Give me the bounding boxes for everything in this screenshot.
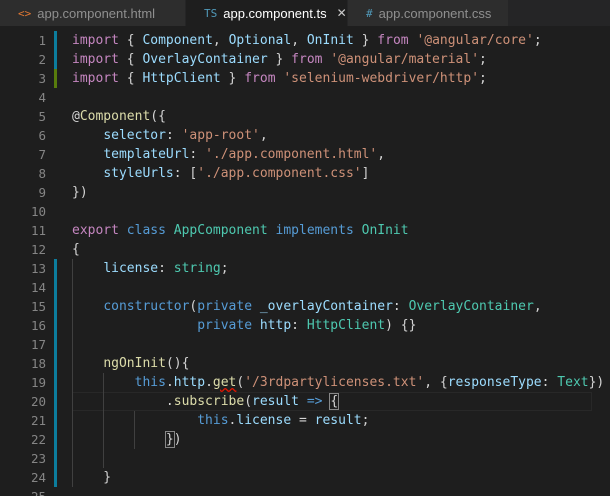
code-line[interactable]: 17 (0, 335, 610, 354)
code-text: styleUrls: ['./app.component.css'] (103, 166, 370, 181)
code-line[interactable]: 7 templateUrl: './app.component.html', (0, 145, 610, 164)
tab-label: app.component.html (37, 5, 156, 21)
git-modified-indicator (54, 468, 57, 487)
git-modified-indicator (54, 316, 57, 335)
code-line[interactable]: 15 constructor(private _overlayContainer… (0, 297, 610, 316)
typescript-file-icon: TS (204, 6, 218, 20)
code-text: export class AppComponent implements OnI… (72, 223, 409, 238)
code-line[interactable]: 22 }) (0, 430, 610, 449)
tab-app-component-ts[interactable]: TS app.component.ts ✕ (186, 0, 348, 26)
git-modified-indicator (54, 430, 57, 449)
code-text: ngOnInit(){ (103, 356, 190, 371)
line-number: 12 (30, 242, 46, 257)
code-line[interactable]: 18 ngOnInit(){ (0, 354, 610, 373)
code-line[interactable]: 13 license: string; (0, 259, 610, 278)
line-number: 18 (30, 356, 46, 371)
git-modified-indicator (54, 335, 57, 354)
line-number: 4 (38, 90, 46, 105)
line-number: 11 (30, 223, 46, 238)
code-line[interactable]: 1 import { Component, Optional, OnInit } … (0, 31, 610, 50)
code-line[interactable]: 14 (0, 278, 610, 297)
line-number: 22 (30, 432, 46, 447)
code-line[interactable]: 2 import { OverlayContainer } from '@angu… (0, 50, 610, 69)
line-number: 2 (38, 52, 46, 67)
code-line[interactable]: 6 selector: 'app-root', (0, 126, 610, 145)
tab-label: app.component.css (378, 5, 492, 21)
line-number: 1 (38, 33, 46, 48)
code-text: @Component({ (72, 109, 166, 124)
git-modified-indicator (54, 297, 57, 316)
code-text: .subscribe(result => { (72, 393, 340, 410)
code-text: license: string; (103, 261, 229, 276)
line-number: 5 (38, 109, 46, 124)
code-line[interactable]: 4 (0, 88, 610, 107)
css-file-icon: # (366, 6, 373, 20)
code-text: templateUrl: './app.component.html', (103, 147, 386, 162)
html-file-icon: <> (18, 6, 32, 20)
code-line[interactable]: 21 this.license = result; (0, 411, 610, 430)
code-text: import { Component, Optional, OnInit } f… (72, 33, 542, 48)
code-editor[interactable]: 1 import { Component, Optional, OnInit } … (0, 28, 610, 496)
git-modified-indicator (54, 392, 57, 411)
line-number: 6 (38, 128, 46, 143)
code-line[interactable]: 16 private http: HttpClient) {} (0, 316, 610, 335)
line-number: 7 (38, 147, 46, 162)
line-number: 21 (30, 413, 46, 428)
code-line[interactable]: 23 (0, 449, 610, 468)
tab-app-component-css[interactable]: # app.component.css (348, 0, 509, 26)
git-added-indicator (54, 69, 57, 88)
line-number: 19 (30, 375, 46, 390)
git-modified-indicator (54, 278, 57, 297)
code-text: } (72, 470, 112, 485)
git-modified-indicator (54, 449, 57, 468)
line-number: 9 (38, 185, 46, 200)
code-text: }) (72, 185, 88, 200)
code-line[interactable]: 5 @Component({ (0, 107, 610, 126)
line-number: 15 (30, 299, 46, 314)
code-line[interactable]: 24 } (0, 468, 610, 487)
code-line[interactable]: 20 .subscribe(result => { (0, 392, 610, 411)
code-line[interactable]: 8 styleUrls: ['./app.component.css'] (0, 164, 610, 183)
git-modified-indicator (54, 50, 57, 69)
line-number: 25 (0, 487, 46, 496)
code-text: constructor(private _overlayContainer: O… (103, 299, 542, 314)
code-text: { (72, 242, 80, 257)
code-text: private http: HttpClient) {} (197, 318, 417, 333)
git-modified-indicator (54, 411, 57, 430)
line-number: 16 (30, 318, 46, 333)
tab-app-component-html[interactable]: <> app.component.html (0, 0, 186, 26)
line-number: 24 (30, 470, 46, 485)
code-line[interactable]: 10 (0, 202, 610, 221)
git-modified-indicator (54, 259, 57, 278)
line-number: 10 (30, 204, 46, 219)
tab-label: app.component.ts (223, 5, 327, 21)
line-number: 14 (30, 280, 46, 295)
code-text: import { OverlayContainer } from '@angul… (72, 52, 487, 67)
git-modified-indicator (54, 373, 57, 392)
code-text: this.http.get('/3rdpartylicenses.txt', {… (134, 375, 605, 390)
code-text: import { HttpClient } from 'selenium-web… (72, 71, 487, 86)
line-number: 20 (30, 394, 46, 409)
code-text: this.license = result; (197, 413, 370, 428)
close-tab-icon[interactable]: ✕ (337, 6, 347, 20)
code-text: }) (164, 431, 182, 448)
code-line[interactable]: 9}) (0, 183, 610, 202)
code-line[interactable]: 12 { (0, 240, 610, 259)
line-number: 3 (38, 71, 46, 86)
code-line[interactable]: 19 this.http.get('/3rdpartylicenses.txt'… (0, 373, 610, 392)
code-line[interactable]: 25 (0, 487, 610, 496)
git-modified-indicator (54, 31, 57, 50)
line-number: 8 (38, 166, 46, 181)
code-text: selector: 'app-root', (103, 128, 268, 143)
tab-bar: <> app.component.html TS app.component.t… (0, 0, 610, 26)
code-line[interactable]: 11 export class AppComponent implements O… (0, 221, 610, 240)
vscode-editor-window: <> app.component.html TS app.component.t… (0, 0, 610, 496)
line-number: 13 (30, 261, 46, 276)
line-number: 17 (30, 337, 46, 352)
code-line[interactable]: 3 import { HttpClient } from 'selenium-we… (0, 69, 610, 88)
git-modified-indicator (54, 354, 57, 373)
line-number: 23 (30, 451, 46, 466)
